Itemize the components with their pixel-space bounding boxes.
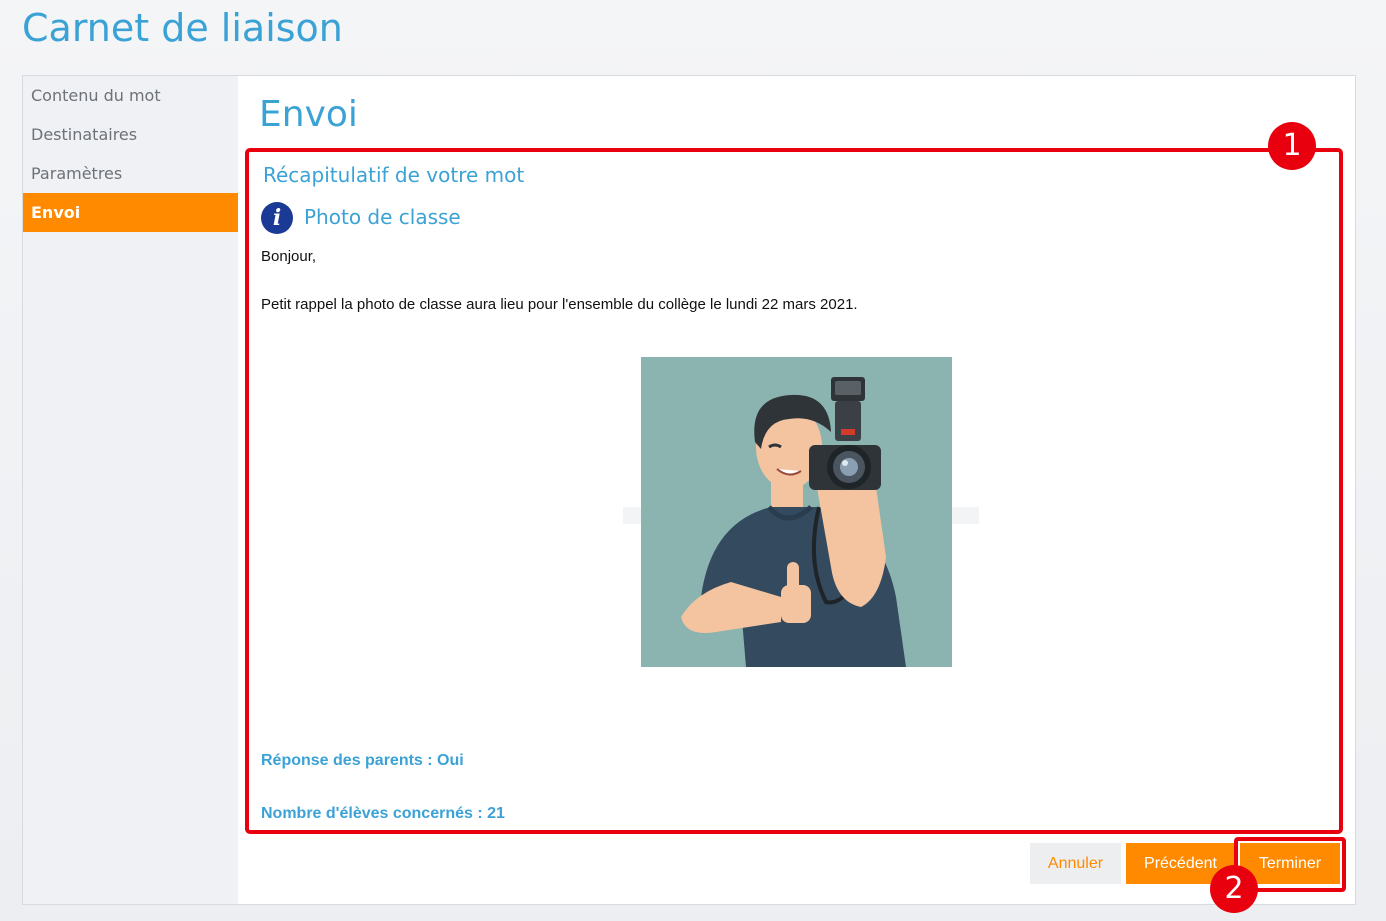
photographer-svg <box>681 377 906 667</box>
message-subject: Photo de classe <box>304 205 461 229</box>
main-panel: Envoi Récapitulatif de votre mot i Photo… <box>238 76 1355 913</box>
sidebar-item-parametres[interactable]: Paramètres <box>23 154 238 193</box>
callout-marker-2: 2 <box>1210 865 1258 913</box>
summary-highlight-box: Récapitulatif de votre mot i Photo de cl… <box>245 148 1343 834</box>
sidebar-item-destinataires[interactable]: Destinataires <box>23 115 238 154</box>
summary-title: Récapitulatif de votre mot <box>263 163 525 187</box>
photographer-illustration <box>641 357 952 667</box>
parents-response: Réponse des parents : Oui <box>261 752 464 769</box>
message-greeting: Bonjour, <box>261 248 317 265</box>
sidebar-item-contenu[interactable]: Contenu du mot <box>23 76 238 115</box>
students-count: Nombre d'élèves concernés : 21 <box>261 805 505 822</box>
info-icon: i <box>261 202 293 234</box>
step-title: Envoi <box>259 94 358 135</box>
page-title: Carnet de liaison <box>22 6 343 50</box>
wizard-sidebar: Contenu du mot Destinataires Paramètres … <box>23 76 238 232</box>
cancel-button[interactable]: Annuler <box>1030 843 1121 884</box>
sidebar-item-envoi[interactable]: Envoi <box>23 193 238 232</box>
message-body: Petit rappel la photo de classe aura lie… <box>261 296 858 313</box>
callout-marker-1: 1 <box>1268 122 1316 170</box>
